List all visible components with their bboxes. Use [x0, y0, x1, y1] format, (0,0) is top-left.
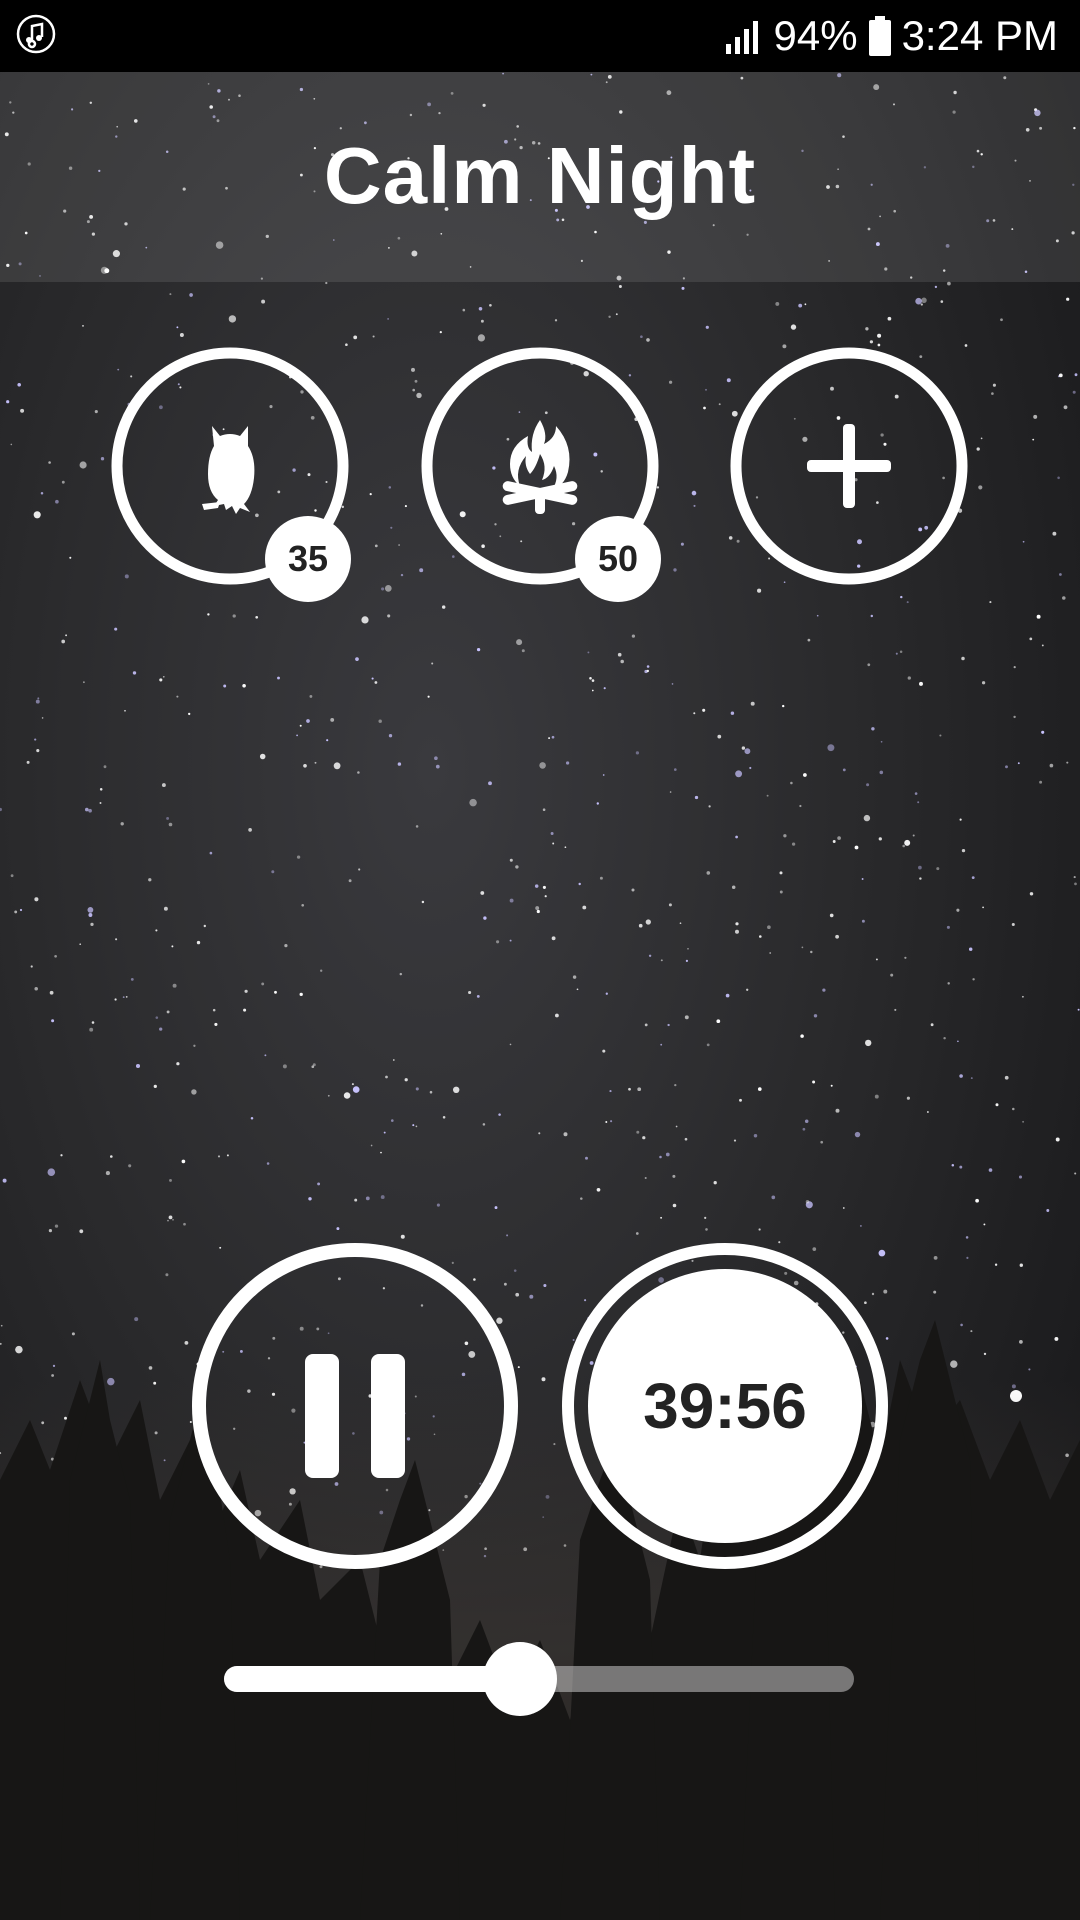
volume-thumb[interactable] — [483, 1642, 557, 1716]
timer-display: 39:56 — [588, 1269, 862, 1543]
add-sound-button[interactable] — [729, 346, 969, 586]
campfire-volume-badge: 50 — [575, 516, 661, 602]
status-bar: 94% 3:24 PM — [0, 0, 1080, 72]
volume-fill — [224, 1666, 520, 1692]
sound-campfire-button[interactable]: 50 — [420, 346, 661, 602]
app-screen: 94% 3:24 PM Calm Night 35 50 39:56 — [0, 0, 1080, 1920]
forest-silhouette — [0, 1320, 1080, 1920]
owl-volume-badge: 35 — [265, 516, 351, 602]
signal-icon — [725, 21, 758, 54]
battery-percent: 94% — [773, 12, 858, 59]
battery-icon — [868, 16, 891, 56]
plus-icon — [807, 424, 891, 508]
owl-icon — [202, 426, 255, 514]
sleep-timer-button[interactable]: 39:56 — [562, 1243, 888, 1569]
master-volume-slider[interactable] — [224, 1642, 854, 1716]
pause-button[interactable] — [192, 1243, 518, 1569]
sound-owl-button[interactable]: 35 — [110, 346, 351, 602]
pause-icon-bar — [371, 1354, 405, 1478]
clock: 3:24 PM — [901, 12, 1058, 59]
pause-icon — [305, 1354, 339, 1478]
campfire-icon — [502, 420, 578, 514]
page-title: Calm Night — [323, 131, 757, 220]
music-note-icon — [16, 14, 56, 54]
